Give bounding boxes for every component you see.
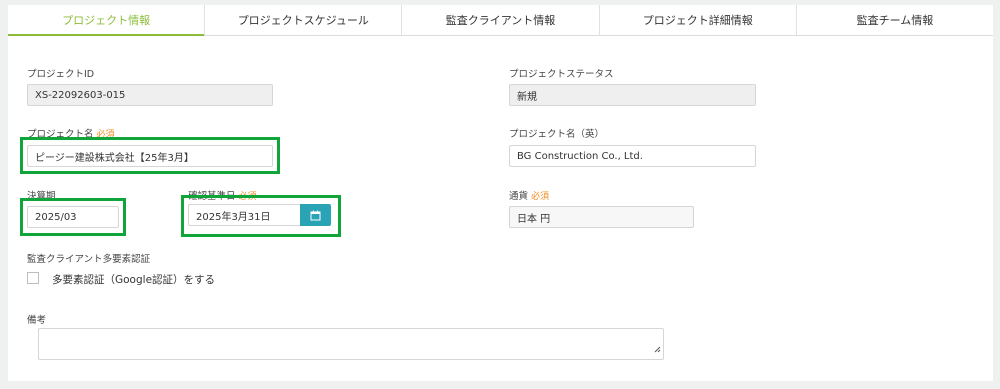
currency-label: 通貨 必須 [509, 188, 549, 202]
project-id-label: プロジェクトID [27, 69, 95, 80]
remarks-textarea[interactable] [38, 328, 664, 360]
tab-bar: プロジェクト情報 プロジェクトスケジュール 監査クライアント情報 プロジェクト詳… [8, 5, 993, 36]
tab-audit-team-info[interactable]: 監査チーム情報 [797, 5, 993, 35]
mfa-checkbox[interactable] [27, 272, 39, 284]
project-status-field: 新規 [509, 84, 756, 106]
tab-project-details[interactable]: プロジェクト詳細情報 [600, 5, 797, 35]
base-date-input[interactable]: 2025年3月31日 [188, 204, 301, 226]
remarks-label: 備考 [27, 315, 47, 326]
project-status-label: プロジェクトステータス [509, 69, 614, 80]
calendar-button[interactable] [300, 204, 331, 226]
project-name-en-label: プロジェクト名（英） [509, 129, 605, 140]
project-name-en-input[interactable]: BG Construction Co., Ltd. [509, 145, 756, 167]
fiscal-period-input[interactable]: 2025/03 [27, 206, 119, 228]
resize-grip-icon[interactable] [654, 338, 661, 357]
tab-audit-client-info[interactable]: 監査クライアント情報 [402, 5, 600, 35]
calendar-icon [310, 210, 321, 221]
form-panel: プロジェクト情報 プロジェクトスケジュール 監査クライアント情報 プロジェクト詳… [8, 5, 993, 381]
currency-field[interactable]: 日本 円 [509, 206, 694, 228]
currency-label-text: 通貨 [509, 191, 529, 202]
mfa-checkbox-label[interactable]: 多要素認証（Google認証）をする [52, 272, 215, 287]
project-name-input[interactable]: ピージー建設株式会社【25年3月】 [27, 145, 273, 167]
mfa-label: 監査クライアント多要素認証 [27, 254, 151, 265]
tab-project-schedule[interactable]: プロジェクトスケジュール [205, 5, 403, 35]
required-badge: 必須 [531, 192, 550, 202]
tab-project-info[interactable]: プロジェクト情報 [8, 5, 206, 36]
project-id-field: XS-22092603-015 [27, 84, 273, 106]
